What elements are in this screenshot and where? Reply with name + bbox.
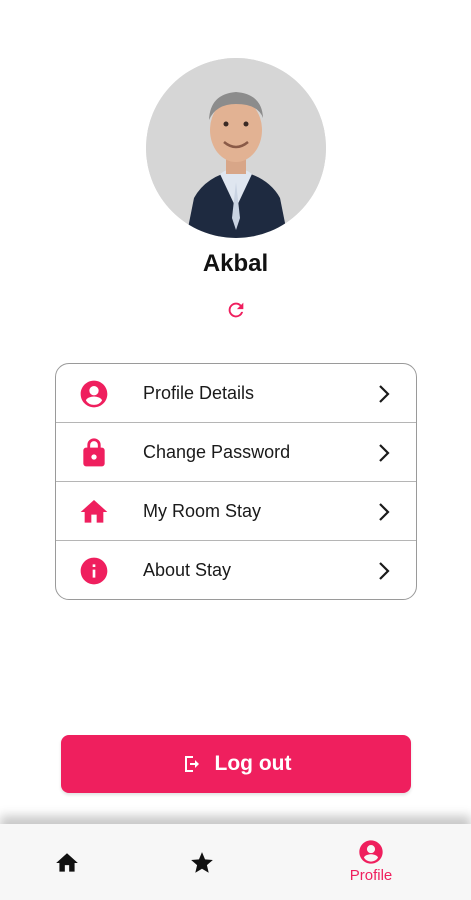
menu-item-profile-details[interactable]: Profile Details xyxy=(56,364,416,423)
profile-menu: Profile Details Change Password My Room … xyxy=(55,363,417,600)
chevron-right-icon xyxy=(379,562,390,580)
avatar-photo xyxy=(146,58,326,238)
bottom-navigation: Profile xyxy=(0,824,471,900)
profile-screen: Akbal Profile Details Change Password My… xyxy=(0,0,471,900)
avatar xyxy=(146,58,326,238)
logout-label: Log out xyxy=(214,752,292,775)
home-icon xyxy=(56,853,78,872)
nav-item-profile[interactable]: Profile xyxy=(343,838,399,884)
nav-label-profile: Profile xyxy=(349,867,393,884)
chevron-right-icon xyxy=(379,444,390,462)
menu-item-my-room-stay[interactable]: My Room Stay xyxy=(56,482,416,541)
menu-item-change-password[interactable]: Change Password xyxy=(56,423,416,482)
refresh-button[interactable] xyxy=(223,297,249,323)
account-circle-icon xyxy=(359,840,383,864)
nav-item-home[interactable] xyxy=(54,850,80,876)
refresh-icon xyxy=(228,302,244,318)
home-icon xyxy=(80,500,108,523)
menu-item-about-stay[interactable]: About Stay xyxy=(56,541,416,599)
menu-item-label: Profile Details xyxy=(143,382,255,403)
info-icon xyxy=(80,557,108,585)
chevron-right-icon xyxy=(379,503,390,521)
logout-icon xyxy=(184,756,199,772)
logout-button[interactable]: Log out xyxy=(61,735,411,793)
menu-item-label: My Room Stay xyxy=(143,500,262,521)
menu-item-label: Change Password xyxy=(143,441,291,462)
nav-item-favorites[interactable] xyxy=(189,850,215,876)
star-icon xyxy=(191,852,213,873)
account-circle-icon xyxy=(80,380,108,408)
chevron-right-icon xyxy=(379,385,390,403)
menu-item-label: About Stay xyxy=(143,560,232,580)
lock-icon xyxy=(83,438,105,467)
user-name: Akbal xyxy=(202,250,269,277)
